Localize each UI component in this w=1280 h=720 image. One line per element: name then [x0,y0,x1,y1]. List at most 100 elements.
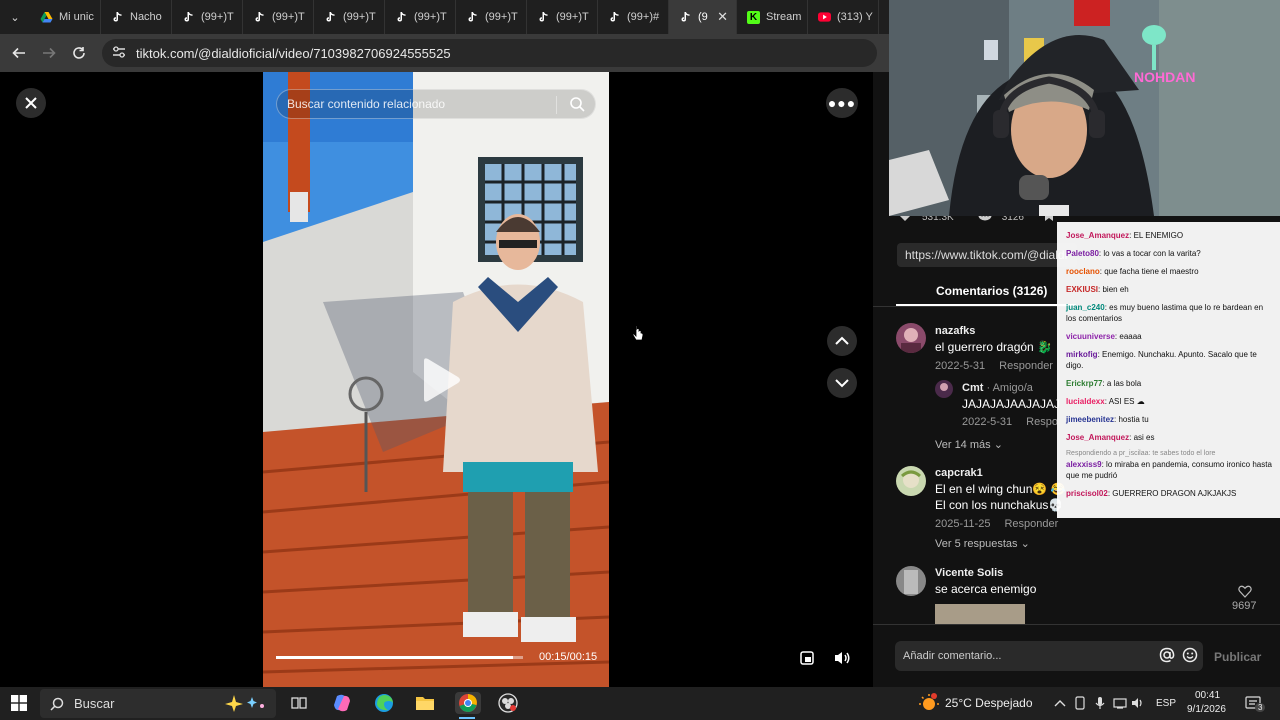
speaker-icon[interactable] [1127,692,1149,714]
browser-tab[interactable]: Nacho [101,0,172,34]
browser-tab-label: Nacho [130,11,162,23]
chat-reply-note: Respondiendo a pr_iscilaa: te sabes todo… [1066,450,1216,457]
neon-sign: NOHDAN [1134,69,1195,85]
comment-input[interactable]: Añadir comentario... [895,641,1203,671]
comment-text: se acerca enemigo [935,582,1037,596]
reply-username[interactable]: Cmt · Amigo/a [962,382,1033,394]
url-text: tiktok.com/@dialdioficial/video/71039827… [136,45,451,61]
comment-username[interactable]: nazafks [935,325,975,337]
browser-tab[interactable]: Mi unic [30,0,101,34]
youtube-icon [818,11,831,24]
picture-in-picture-icon [800,651,814,665]
close-video-button[interactable] [16,88,46,118]
url-field[interactable]: tiktok.com/@dialdioficial/video/71039827… [102,39,877,67]
browser-tab[interactable]: (99+)T [456,0,527,34]
tiktok-icon [537,11,550,24]
more-options-button[interactable]: ●●● [826,88,858,118]
task-view-icon[interactable] [288,692,310,714]
kick-icon: K [747,10,760,24]
chat-text: lo vas a tocar con la varita? [1103,249,1201,258]
avatar[interactable] [935,380,953,398]
chat-username: priscisol02 [1066,489,1108,498]
browser-tab[interactable]: (99+)# [598,0,669,34]
reload-icon[interactable] [64,38,94,68]
chat-username: alexxiss9 [1066,460,1102,469]
browser-tab[interactable]: (9 ✕ [669,0,737,34]
previous-video-button[interactable] [827,326,857,356]
browser-tab-label: Mi unic [59,11,94,23]
browser-tab-label: (99+)T [485,11,518,23]
comment-image[interactable] [935,604,1025,624]
chrome-icon[interactable] [455,692,481,714]
browser-tab[interactable]: (99+)T [527,0,598,34]
view-more-replies[interactable]: Ver 5 respuestas ⌄ [935,537,1030,550]
edge-icon[interactable] [373,692,395,714]
chat-message: alexxiss9: lo miraba en pandemia, consum… [1066,460,1272,480]
comment-username[interactable]: Vicente Solis [935,567,1003,579]
reply-button[interactable]: Responder [999,360,1053,372]
comment-username[interactable]: capcrak1 [935,467,983,479]
comment-meta: 2025-11-25 Responder [935,518,1058,530]
chat-username: Jose_Amanquez [1066,433,1130,442]
taskbar-search[interactable]: Buscar [40,689,276,718]
browser-tab[interactable]: (313) Y [808,0,879,34]
chat-message: mirkofig: Enemigo. Nunchaku. Apunto. Sac… [1066,350,1257,370]
tab-comments[interactable]: Comentarios (3126) [936,284,1047,298]
comment-text: El en el wing chun😵 😂 [935,482,1066,496]
avatar[interactable] [896,466,926,496]
view-more-replies[interactable]: Ver 14 más ⌄ [935,438,1003,451]
tiktok-icon [395,11,408,24]
clock-date[interactable]: 9/1/2026 [1187,704,1226,715]
avatar[interactable] [896,566,926,596]
webcam-image: NOHDAN [889,0,1280,216]
heart-outline-icon[interactable] [1238,585,1252,598]
browser-tab[interactable]: K Stream [737,0,808,34]
copilot-icon[interactable] [331,692,353,714]
windows-start-icon[interactable] [8,692,30,714]
share-link-field[interactable]: https://www.tiktok.com/@dialdi [897,243,1077,267]
weather-icon[interactable] [918,692,940,714]
video-progress-fill [276,656,514,659]
chat-username: juan_c240 [1066,303,1105,312]
chat-message: lucialdexx: ASI ES ☁ [1066,397,1145,406]
back-arrow-icon[interactable] [4,38,34,68]
drive-icon [40,11,53,24]
volume-button[interactable] [829,645,855,671]
browser-tab-label: Stream [766,11,802,23]
chat-username: jimeebenitez [1066,415,1115,424]
avatar[interactable] [896,323,926,353]
emoji-icon[interactable] [1182,647,1198,666]
forward-arrow-icon[interactable] [34,38,64,68]
search-divider [556,96,557,114]
keyboard-language[interactable]: ESP [1156,698,1176,709]
ellipsis-icon: ●●● [827,95,857,111]
play-icon[interactable] [418,357,462,403]
publish-button[interactable]: Publicar [1214,650,1261,664]
pip-button[interactable] [794,645,820,671]
next-video-button[interactable] [827,368,857,398]
weather-text[interactable]: 25°C Despejado [945,696,1033,710]
clock-time[interactable]: 00:41 [1195,690,1220,701]
browser-tab-label: (99+)T [201,11,234,23]
device-icon[interactable] [1069,692,1091,714]
chat-text: bien eh [1102,285,1129,294]
browser-tab[interactable]: (99+)T [385,0,456,34]
close-tab-icon[interactable]: ✕ [717,9,728,25]
browser-tab[interactable]: (99+)T [314,0,385,34]
obs-icon[interactable] [497,692,519,714]
mention-icon[interactable] [1159,647,1175,666]
tab-search-chevron-icon[interactable]: ⌄ [0,0,30,34]
browser-tab-label: (99+)T [343,11,376,23]
microphone-icon[interactable] [1089,692,1111,714]
browser-tab[interactable]: (99+)T [172,0,243,34]
reply-button[interactable]: Respo [1026,416,1058,428]
mouse-cursor-icon [632,325,644,341]
search-icon[interactable] [569,96,585,115]
file-explorer-icon[interactable] [414,692,436,714]
chat-message: juan_c240: es muy bueno lastima que lo r… [1066,303,1264,323]
site-info-icon[interactable] [112,45,126,61]
browser-tab[interactable]: (99+)T [243,0,314,34]
chevron-up-icon[interactable] [1049,692,1071,714]
related-search-input[interactable]: Buscar contenido relacionado [276,89,596,119]
reply-button[interactable]: Responder [1004,518,1058,530]
